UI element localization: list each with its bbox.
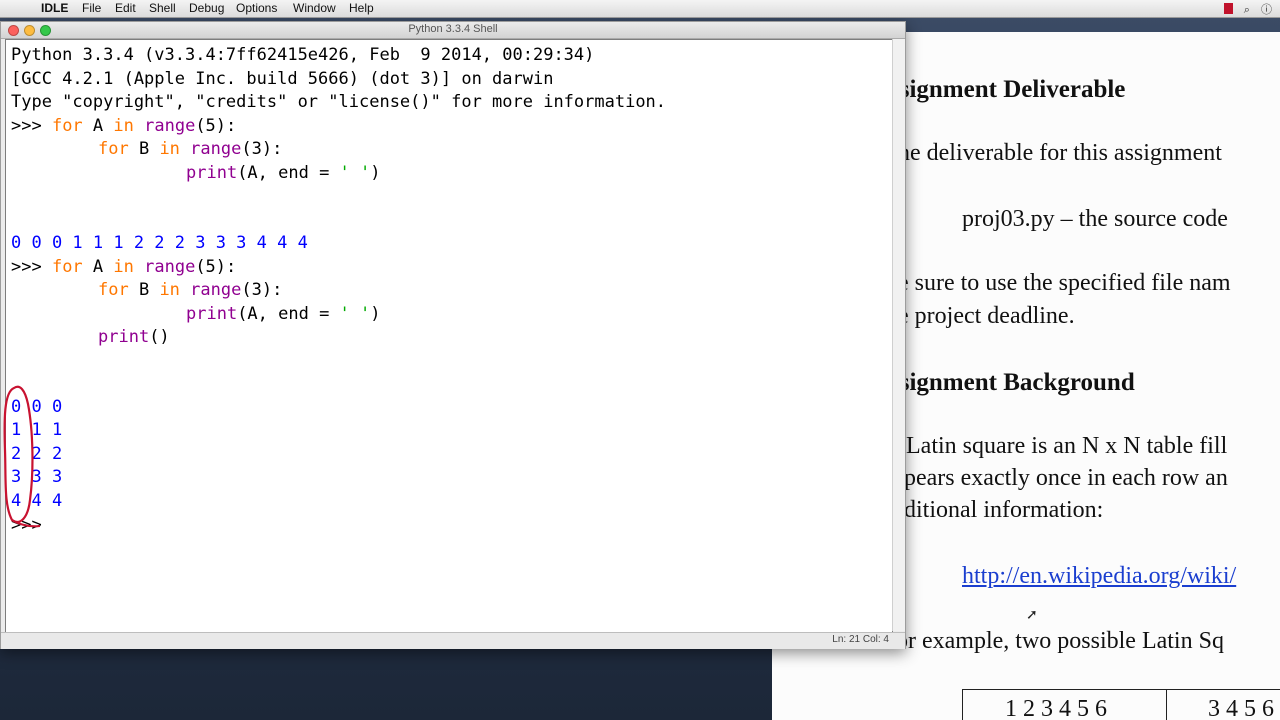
banner-line-2: [GCC 4.2.1 (Apple Inc. build 5666) (dot …: [11, 69, 554, 89]
keyword: in: [159, 280, 180, 300]
banner-line-1: Python 3.3.4 (v3.3.4:7ff62415e426, Feb 9…: [11, 45, 595, 65]
output-row-0: 0 0 0: [11, 397, 63, 417]
paragraph-file-name-b: e project deadline.: [898, 303, 1075, 329]
menu-idle[interactable]: IDLE: [41, 1, 68, 15]
code-line: >>> for A in range(5):: [11, 116, 236, 136]
keyword: in: [113, 257, 134, 277]
output-line: 0 0 0 1 1 1 2 2 2 3 3 3 4 4 4: [11, 233, 308, 253]
code-text: ): [370, 304, 381, 324]
final-prompt[interactable]: >>>: [11, 515, 42, 535]
code-line: for B in range(3):: [98, 280, 282, 300]
code-text: ): [370, 163, 381, 183]
paragraph-file-name-a: e sure to use the specified file nam: [898, 270, 1231, 296]
code-line: print(A, end = ' '): [186, 163, 381, 183]
code-text: (5):: [195, 116, 237, 136]
code-text: (5):: [195, 257, 237, 277]
menu-shell[interactable]: Shell: [149, 1, 176, 15]
shell-prompt: >>>: [11, 257, 52, 277]
cursor-position: Ln: 21 Col: 4: [832, 634, 889, 645]
latin-square-table: 1 2 3 4 5 6 3 4 5 6: [962, 689, 1280, 720]
menu-edit[interactable]: Edit: [115, 1, 136, 15]
shell-prompt: >>>: [11, 116, 52, 136]
heading-background: ssignment Background: [890, 369, 1135, 396]
builtin: range: [144, 257, 196, 277]
table-cell-left: 1 2 3 4 5 6: [1005, 696, 1107, 720]
builtin: range: [190, 280, 242, 300]
code-text: (): [149, 327, 170, 347]
variable: B: [128, 139, 160, 159]
table-divider: [1166, 690, 1167, 720]
recording-indicator-icon[interactable]: [1223, 3, 1233, 14]
spotlight-icon[interactable]: ⌕: [1244, 4, 1250, 16]
menu-window[interactable]: Window: [293, 1, 336, 15]
keyword: for: [51, 116, 83, 136]
string-literal: ' ': [339, 304, 371, 324]
code-text: (A, end =: [237, 163, 340, 183]
builtin: print: [186, 304, 238, 324]
output-row-1: 1 1 1: [11, 420, 63, 440]
code-line: >>> for A in range(5):: [11, 257, 236, 277]
paragraph-latin-b: pears exactly once in each row an: [904, 465, 1228, 491]
variable: A: [82, 116, 114, 136]
vertical-scrollbar[interactable]: [892, 39, 905, 631]
window-title: Python 3.3.4 Shell: [408, 23, 498, 35]
keyword: for: [98, 139, 129, 159]
output-row-4: 4 4 4: [11, 491, 63, 511]
keyword: for: [51, 257, 83, 277]
banner-line-3: Type "copyright", "credits" or "license(…: [11, 92, 667, 112]
status-bar: Ln: 21 Col: 4: [1, 632, 905, 649]
string-literal: ' ': [339, 163, 371, 183]
menu-file[interactable]: File: [82, 1, 101, 15]
heading-deliverable: ssignment Deliverable: [890, 76, 1126, 103]
menu-bar: IDLE File Edit Shell Debug Options Windo…: [0, 0, 1280, 18]
window-title-bar[interactable]: Python 3.3.4 Shell: [1, 22, 905, 39]
paragraph-latin-c: ditional information:: [904, 497, 1104, 523]
code-text: (A, end =: [237, 304, 340, 324]
menu-debug[interactable]: Debug: [189, 1, 224, 15]
paragraph-deliverable: ne deliverable for this assignment: [898, 140, 1222, 166]
code-text: (3):: [241, 139, 283, 159]
output-row-2: 2 2 2: [11, 444, 63, 464]
shell-text-area[interactable]: Python 3.3.4 (v3.3.4:7ff62415e426, Feb 9…: [5, 39, 893, 633]
builtin: range: [144, 116, 196, 136]
code-line: print(A, end = ' '): [186, 304, 381, 324]
file-name-line: proj03.py – the source code: [962, 206, 1228, 232]
code-text: (3):: [241, 280, 283, 300]
code-line: print(): [98, 327, 170, 347]
keyword: for: [98, 280, 129, 300]
builtin: range: [190, 139, 242, 159]
paragraph-example: or example, two possible Latin Sq: [896, 628, 1224, 654]
wikipedia-link[interactable]: http://en.wikipedia.org/wiki/: [962, 563, 1236, 590]
variable: A: [82, 257, 114, 277]
menu-bar-tray: ⌕ ⓘ: [1216, 1, 1272, 17]
mouse-pointer-icon: ➚: [1026, 606, 1038, 622]
builtin: print: [98, 327, 150, 347]
keyword: in: [159, 139, 180, 159]
info-icon[interactable]: ⓘ: [1261, 4, 1272, 16]
output-row-3: 3 3 3: [11, 467, 63, 487]
table-cell-right: 3 4 5 6: [1208, 696, 1274, 720]
paragraph-latin-a: Latin square is an N x N table fill: [906, 433, 1228, 459]
menu-options[interactable]: Options: [236, 1, 277, 15]
keyword: in: [113, 116, 134, 136]
menu-help[interactable]: Help: [349, 1, 374, 15]
idle-shell-window: Python 3.3.4 Shell Python 3.3.4 (v3.3.4:…: [0, 21, 906, 649]
builtin: print: [186, 163, 238, 183]
code-line: for B in range(3):: [98, 139, 282, 159]
variable: B: [128, 280, 160, 300]
